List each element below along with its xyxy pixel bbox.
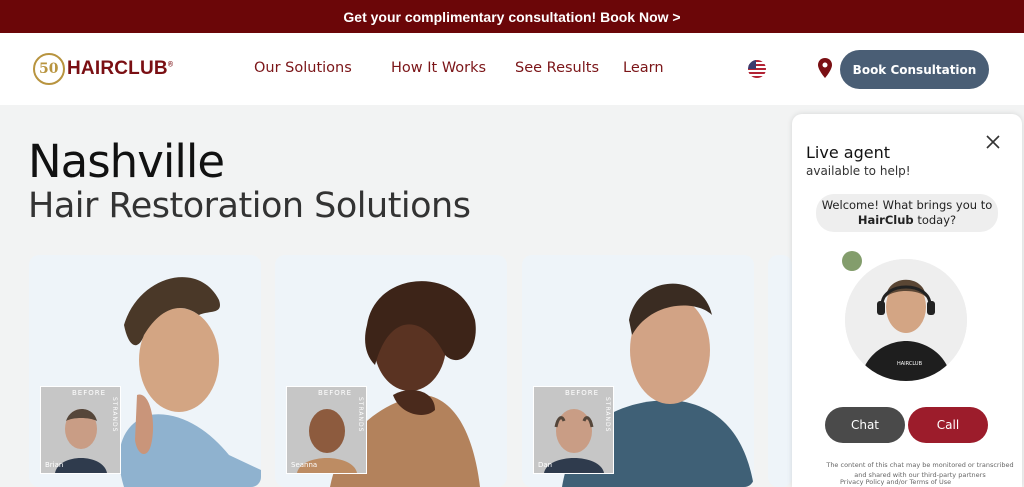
hero-title: Nashville bbox=[28, 135, 225, 188]
strands-label: STRANDS bbox=[604, 397, 611, 433]
strands-label: STRANDS bbox=[357, 397, 364, 433]
before-label: BEFORE bbox=[318, 389, 353, 397]
chat-title: Live agent bbox=[806, 143, 890, 162]
privacy-terms-link[interactable]: Privacy Policy and/or Terms of Use bbox=[840, 478, 951, 486]
hero-subtitle: Hair Restoration Solutions bbox=[28, 186, 471, 226]
result-card-2[interactable]: BEFORE STRANDS Seanna bbox=[275, 255, 507, 487]
person-name: Seanna bbox=[291, 461, 318, 469]
svg-text:HAIRCLUB: HAIRCLUB bbox=[897, 361, 923, 367]
result-card-4-partial[interactable] bbox=[768, 255, 792, 487]
before-label: BEFORE bbox=[72, 389, 107, 397]
promo-text[interactable]: Get your complimentary consultation! Boo… bbox=[343, 9, 680, 25]
live-chat-widget: Live agent available to help! Welcome! W… bbox=[792, 114, 1022, 487]
anniversary-badge-icon: 50 bbox=[33, 53, 65, 85]
nav-our-solutions[interactable]: Our Solutions bbox=[254, 60, 352, 76]
person-name: Dan bbox=[538, 461, 553, 469]
location-pin-icon[interactable] bbox=[818, 58, 832, 78]
close-icon[interactable] bbox=[986, 135, 1000, 149]
bubble-line-1: Welcome! What brings you to bbox=[821, 198, 993, 212]
anniversary-badge-text: 50 bbox=[39, 61, 59, 77]
chat-disclaimer: The content of this chat may be monitore… bbox=[826, 461, 1014, 479]
hairclub-logo[interactable]: 50 HAIRCLUB® bbox=[33, 53, 173, 85]
result-card-3[interactable]: BEFORE STRANDS Dan bbox=[522, 255, 754, 487]
chat-subtitle: available to help! bbox=[806, 164, 911, 178]
promo-banner[interactable]: Get your complimentary consultation! Boo… bbox=[0, 0, 1024, 33]
bubble-brand: HairClub bbox=[857, 213, 914, 227]
before-thumbnail-1: BEFORE STRANDS Brian bbox=[40, 386, 121, 474]
nav-learn[interactable]: Learn bbox=[623, 60, 664, 76]
before-thumbnail-3: BEFORE STRANDS Dan bbox=[533, 386, 614, 474]
before-label: BEFORE bbox=[565, 389, 600, 397]
us-flag-icon[interactable] bbox=[748, 60, 766, 78]
logo-text: HAIRCLUB® bbox=[67, 58, 174, 79]
call-button[interactable]: Call bbox=[908, 407, 988, 443]
nav-see-results[interactable]: See Results bbox=[515, 60, 599, 76]
online-status-icon bbox=[842, 251, 862, 271]
chat-welcome-bubble: Welcome! What brings you to HairClub tod… bbox=[816, 194, 998, 232]
before-thumbnail-2: BEFORE STRANDS Seanna bbox=[286, 386, 367, 474]
agent-avatar: HAIRCLUB bbox=[845, 259, 967, 381]
bubble-line-2: today? bbox=[913, 213, 957, 227]
result-card-1[interactable]: BEFORE STRANDS Brian bbox=[29, 255, 261, 487]
book-consultation-button[interactable]: Book Consultation bbox=[840, 50, 989, 89]
site-header: 50 HAIRCLUB® Our Solutions How It Works … bbox=[0, 33, 1024, 105]
nav-how-it-works[interactable]: How It Works bbox=[391, 60, 486, 76]
chat-button[interactable]: Chat bbox=[825, 407, 905, 443]
person-name: Brian bbox=[45, 461, 64, 469]
strands-label: STRANDS bbox=[111, 397, 118, 433]
